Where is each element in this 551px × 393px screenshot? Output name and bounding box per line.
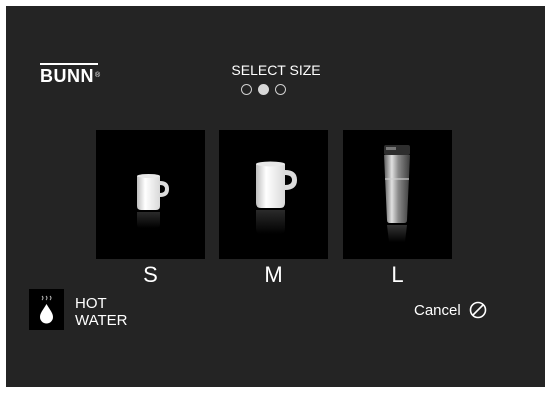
brand-mark: ®: [95, 72, 101, 79]
hot-water-button[interactable]: [29, 289, 64, 330]
cancel-circle-icon: [469, 301, 487, 319]
step-dot-2-active: [258, 84, 269, 95]
hot-water-drop-icon: [40, 295, 53, 324]
small-mug-icon: [137, 174, 169, 228]
size-large-button[interactable]: [343, 130, 452, 259]
size-label-small: S: [143, 262, 158, 287]
brand-name: BUNN: [40, 66, 94, 86]
size-small-button[interactable]: [96, 130, 205, 259]
bunn-logo: BUNN®: [40, 63, 101, 86]
kiosk-screen: BUNN® SELECT SIZE S M L HOT WATER Cancel: [6, 6, 545, 387]
cancel-label: Cancel: [414, 301, 461, 319]
hot-water-line2: WATER: [75, 312, 128, 329]
hot-water-label[interactable]: HOT WATER: [75, 295, 128, 329]
logo-overline: [40, 63, 98, 65]
step-indicator: [241, 84, 286, 95]
cancel-button[interactable]: Cancel: [414, 301, 487, 319]
size-label-medium: M: [264, 262, 283, 287]
page-title: SELECT SIZE: [231, 62, 321, 78]
travel-tumbler-icon: [384, 145, 410, 242]
step-dot-3: [275, 84, 286, 95]
size-label-large: L: [391, 262, 404, 287]
step-dot-1: [241, 84, 252, 95]
size-medium-button[interactable]: [219, 130, 328, 259]
hot-water-line1: HOT: [75, 295, 107, 312]
medium-mug-icon: [256, 161, 297, 234]
